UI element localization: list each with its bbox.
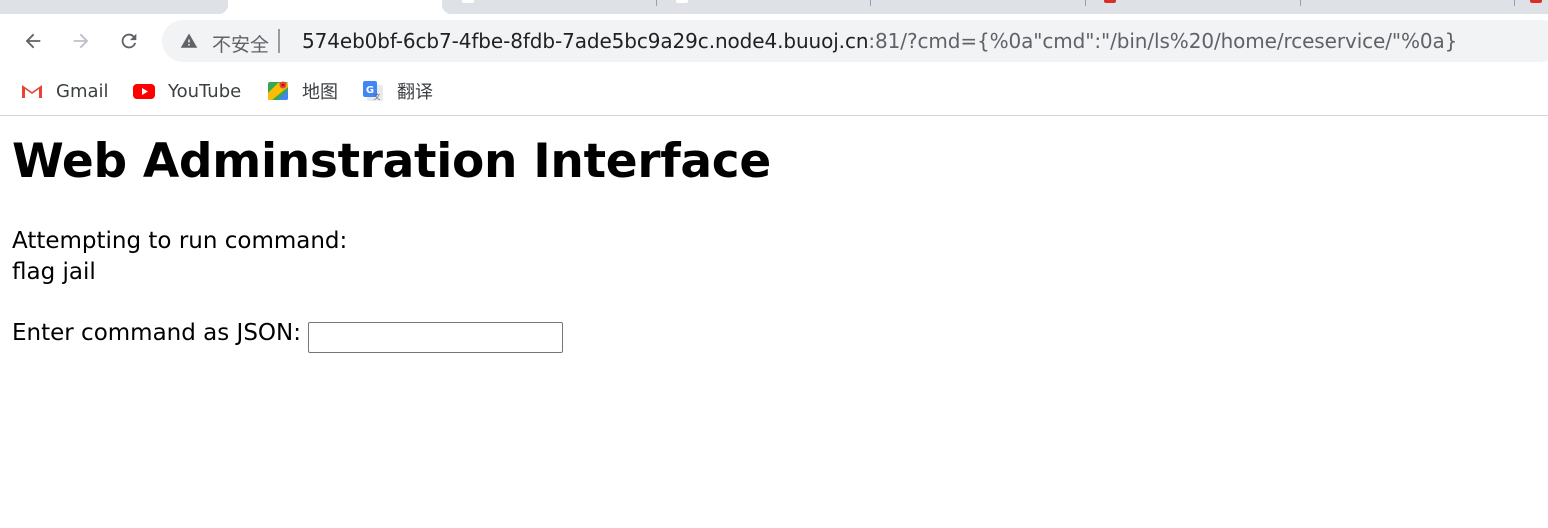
browser-toolbar: 不安全 574eb0bf-6cb7-4fbe-8fdb-7ade5bc9a29c… xyxy=(0,14,1548,68)
tab-current[interactable] xyxy=(218,0,452,14)
page-title: Web Adminstration Interface xyxy=(12,134,771,189)
command-output: flag jail xyxy=(12,259,96,285)
bookmarks-bar: Gmail YouTube 地图 G文 翻译 xyxy=(0,68,1548,116)
translate-icon: G文 xyxy=(361,79,385,103)
tab-favicon xyxy=(1104,0,1116,3)
url-host: 574eb0bf-6cb7-4fbe-8fdb-7ade5bc9a29c.nod… xyxy=(302,29,869,53)
command-input[interactable] xyxy=(308,322,563,353)
security-status[interactable]: 不安全 xyxy=(212,30,269,57)
url-text[interactable]: 574eb0bf-6cb7-4fbe-8fdb-7ade5bc9a29c.nod… xyxy=(302,29,1457,53)
bookmark-label: 地图 xyxy=(302,82,338,103)
maps-icon xyxy=(266,79,290,103)
arrow-right-icon xyxy=(73,33,89,49)
arrow-left-icon xyxy=(25,33,41,49)
tab-separator xyxy=(656,0,657,6)
forward-button[interactable] xyxy=(65,25,97,57)
tab-separator xyxy=(870,0,871,6)
tab-separator xyxy=(1300,0,1301,6)
bookmark-gmail[interactable]: Gmail xyxy=(20,78,109,104)
back-button[interactable] xyxy=(17,25,49,57)
bookmark-youtube[interactable]: YouTube xyxy=(132,78,241,104)
tab-favicon xyxy=(462,0,474,3)
youtube-icon xyxy=(132,79,156,103)
url-path: :81/?cmd={%0a"cmd":"/bin/ls%20/home/rces… xyxy=(868,29,1458,53)
warning-triangle-icon[interactable] xyxy=(180,32,198,50)
reload-button[interactable] xyxy=(113,25,145,57)
tab-separator xyxy=(1085,0,1086,6)
bookmark-label: 翻译 xyxy=(397,82,433,103)
bookmark-maps[interactable]: 地图 xyxy=(266,78,338,104)
bookmark-translate[interactable]: G文 翻译 xyxy=(361,78,433,104)
tab-previous[interactable] xyxy=(0,0,228,14)
address-bar[interactable]: 不安全 574eb0bf-6cb7-4fbe-8fdb-7ade5bc9a29c… xyxy=(162,20,1548,62)
tab-separator xyxy=(1514,0,1515,6)
gmail-icon xyxy=(20,79,44,103)
status-text: Attempting to run command: xyxy=(12,228,348,254)
tab-favicon xyxy=(1530,0,1542,3)
reload-icon xyxy=(121,33,137,49)
omnibox-divider xyxy=(278,29,280,53)
svg-text:文: 文 xyxy=(374,92,381,101)
tab-strip xyxy=(0,0,1548,14)
bookmark-label: YouTube xyxy=(168,80,242,102)
tab-favicon xyxy=(676,0,688,3)
command-prompt-label: Enter command as JSON: xyxy=(12,320,301,346)
bookmark-label: Gmail xyxy=(56,80,109,102)
